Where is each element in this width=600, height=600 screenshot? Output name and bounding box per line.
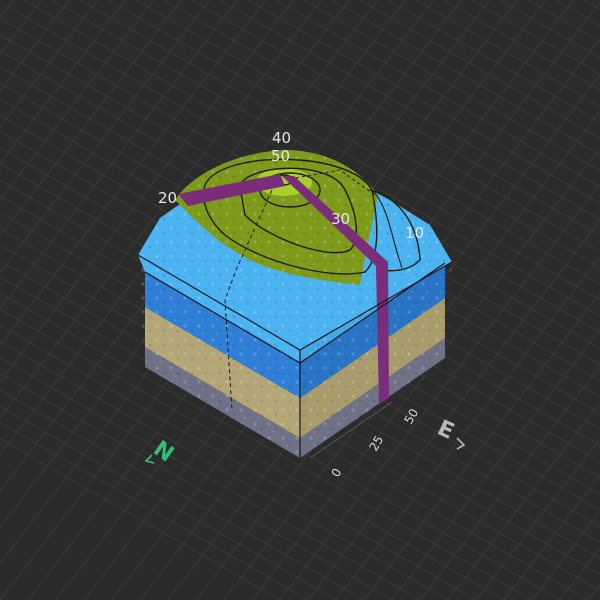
east-tick-25: 25 <box>366 433 386 453</box>
east-indicator: E <box>433 416 466 450</box>
contour-label-20: 20 <box>158 189 177 207</box>
contour-label-50: 50 <box>271 147 290 165</box>
east-tick-50: 50 <box>401 406 421 426</box>
contour-label-40: 40 <box>272 129 291 147</box>
east-tick-0: 0 <box>328 466 344 480</box>
east-label: E <box>433 416 457 445</box>
block-diagram-viewer[interactable]: 40 50 20 30 10 0 25 50 N E <box>0 0 600 600</box>
contour-label-30: 30 <box>331 210 350 228</box>
contour-label-10: 10 <box>405 224 424 242</box>
geologic-block-diagram[interactable]: 40 50 20 30 10 0 25 50 N E <box>0 0 600 600</box>
